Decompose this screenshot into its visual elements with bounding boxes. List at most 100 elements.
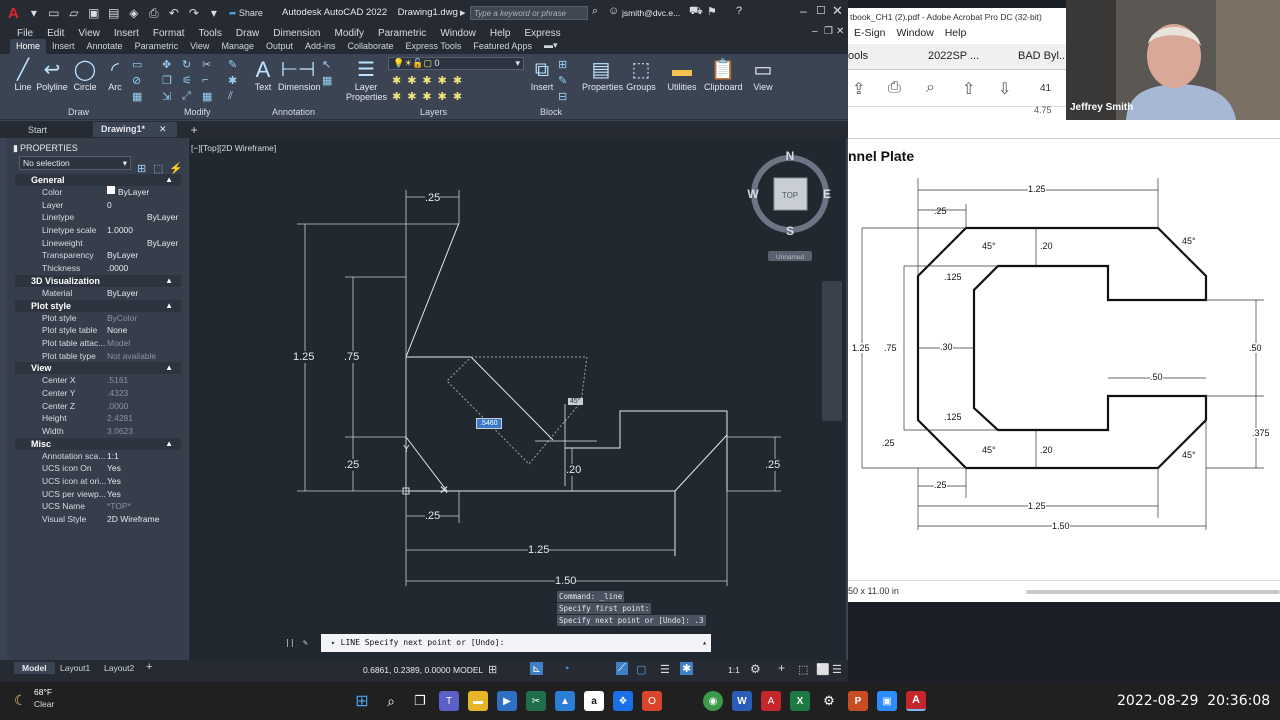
- property-row[interactable]: Plot table attac... Model: [15, 337, 181, 350]
- leader-icon[interactable]: ↖: [322, 58, 331, 71]
- compass-e[interactable]: E: [823, 187, 831, 201]
- property-row[interactable]: UCS Name *TOP*: [15, 500, 181, 513]
- section-misc[interactable]: Misc ▲: [15, 437, 181, 450]
- undo-icon[interactable]: ↶: [165, 4, 183, 22]
- explorer-icon[interactable]: ▬: [468, 691, 488, 711]
- taskbar-datetime[interactable]: 2022-08-29 20:36:08: [1117, 693, 1270, 709]
- menu-caret-icon[interactable]: ▾: [25, 4, 43, 22]
- explode-icon[interactable]: ✱: [228, 74, 237, 87]
- block-edit-icon[interactable]: ✎: [558, 74, 567, 87]
- cmd-close-icon[interactable]: ||: [285, 634, 295, 652]
- property-row[interactable]: Plot table type Not available: [15, 350, 181, 363]
- connect-icon[interactable]: ⚑: [707, 5, 717, 18]
- property-value[interactable]: .0000: [107, 262, 181, 275]
- property-row[interactable]: UCS per viewp... Yes: [15, 488, 181, 501]
- workspace-gear-icon[interactable]: ⚙: [750, 662, 761, 676]
- web-icon[interactable]: ◈: [125, 4, 143, 22]
- menu-item-window[interactable]: Window: [433, 28, 483, 39]
- plot-icon[interactable]: ⎙: [145, 4, 163, 22]
- menu-item-view[interactable]: View: [71, 28, 107, 39]
- annotation-visibility-icon[interactable]: ✱: [680, 662, 694, 675]
- qat-caret-icon[interactable]: ▾: [205, 4, 223, 22]
- property-value[interactable]: Yes: [107, 488, 181, 501]
- property-row[interactable]: Width 3.0623: [15, 425, 181, 438]
- collapse-arrow-icon[interactable]: ▲: [165, 301, 173, 310]
- copy-icon[interactable]: ❐: [162, 74, 172, 87]
- property-row[interactable]: Transparency ByLayer: [15, 249, 181, 262]
- fillet-icon[interactable]: ⌐: [202, 74, 208, 86]
- title-nav-icon[interactable]: ▸: [460, 6, 466, 19]
- chrome-icon[interactable]: ◉: [703, 691, 723, 711]
- property-row[interactable]: Linetype scale 1.0000: [15, 224, 181, 237]
- property-row[interactable]: Plot style table None: [15, 324, 181, 337]
- arc-tool[interactable]: ◜ Arc: [104, 58, 126, 92]
- autocad-logo-icon[interactable]: A: [8, 5, 19, 22]
- menu-item-format[interactable]: Format: [146, 28, 192, 39]
- property-value[interactable]: .5161: [107, 374, 181, 387]
- acrobat-tab-bad[interactable]: BAD Byl...: [1018, 50, 1068, 62]
- osnap-icon[interactable]: ⟋: [616, 662, 628, 675]
- annotation-panel-label[interactable]: Annotation: [272, 107, 315, 117]
- command-line[interactable]: || ✎ ▸ LINE Specify next point or [Undo]…: [285, 634, 711, 652]
- doc-tab-close-icon[interactable]: ✕: [159, 124, 167, 134]
- property-value[interactable]: 2.4281: [107, 412, 181, 425]
- upload-icon[interactable]: ⇪: [852, 79, 865, 99]
- share-button[interactable]: ➦ Share: [229, 8, 263, 19]
- trim-icon[interactable]: ✂: [202, 58, 211, 71]
- view-tool[interactable]: ▭ View: [748, 58, 778, 92]
- weather-temp[interactable]: 68°F: [34, 687, 52, 697]
- add-layout-icon[interactable]: +: [146, 661, 152, 673]
- doc-tab-drawing1[interactable]: Drawing1* ✕: [93, 122, 177, 137]
- cmd-wrench-icon[interactable]: ✎: [303, 634, 308, 652]
- text-tool[interactable]: A Text: [250, 58, 276, 93]
- redo-icon[interactable]: ↷: [185, 4, 203, 22]
- minimize-icon[interactable]: –: [800, 4, 807, 18]
- tab-home[interactable]: Home: [10, 39, 47, 54]
- layer-tools2-icon[interactable]: ✱✱✱✱✱: [392, 90, 468, 103]
- grid-icon[interactable]: ⊞: [488, 663, 497, 676]
- media-icon[interactable]: ▶: [497, 691, 517, 711]
- ortho-icon[interactable]: ⊾: [530, 662, 544, 675]
- acrobat-menu-esign[interactable]: E-Sign: [854, 27, 886, 39]
- property-row[interactable]: Center Y .4323: [15, 387, 181, 400]
- layout-tab-model[interactable]: Model: [14, 662, 55, 674]
- property-value[interactable]: Yes: [107, 462, 181, 475]
- move-icon[interactable]: ✥: [162, 58, 171, 71]
- customize-icon[interactable]: ☰: [832, 663, 842, 676]
- properties-tool[interactable]: ▤ Properties: [582, 58, 623, 92]
- property-row[interactable]: UCS icon at ori... Yes: [15, 475, 181, 488]
- section-general[interactable]: General ▲: [15, 174, 181, 186]
- office-icon[interactable]: O: [642, 691, 662, 711]
- photos-icon[interactable]: ▲: [555, 691, 575, 711]
- mirror-icon[interactable]: ⚟: [182, 74, 192, 87]
- save-icon[interactable]: ▣: [85, 4, 103, 22]
- collapse-arrow-icon[interactable]: ▲: [165, 175, 173, 184]
- menu-item-draw[interactable]: Draw: [229, 28, 266, 39]
- menu-item-edit[interactable]: Edit: [40, 28, 71, 39]
- property-value[interactable]: .0000: [107, 400, 181, 413]
- property-value[interactable]: 2D Wireframe: [107, 513, 181, 526]
- search-icon[interactable]: ⌕: [592, 5, 598, 18]
- draw-panel-label[interactable]: Draw: [68, 107, 89, 117]
- property-value[interactable]: *TOP*: [107, 500, 181, 513]
- amazon-icon[interactable]: a: [584, 691, 604, 711]
- property-row[interactable]: Plot style ByColor: [15, 312, 181, 325]
- drawing-canvas[interactable]: [−][Top][2D Wireframe] TOP N S E W Unnam…: [189, 138, 846, 660]
- layer-properties-tool[interactable]: ☰ Layer Properties: [346, 58, 387, 102]
- property-value[interactable]: 0: [107, 199, 181, 212]
- search-box[interactable]: Type a keyword or phrase: [470, 6, 588, 20]
- property-value[interactable]: 3.0623: [107, 425, 181, 438]
- layer-dropdown[interactable]: 💡☀🔓▢ 0 ▾: [388, 57, 524, 70]
- navigation-bar[interactable]: [822, 281, 842, 421]
- property-value[interactable]: ByLayer: [107, 287, 181, 300]
- modify-panel-label[interactable]: Modify: [184, 107, 211, 117]
- tab-express-tools[interactable]: Express Tools: [400, 41, 468, 54]
- plus-icon[interactable]: +: [778, 661, 785, 675]
- autocad-taskbar-icon[interactable]: A: [906, 691, 926, 711]
- property-row[interactable]: Layer 0: [15, 199, 181, 212]
- property-row[interactable]: Thickness .0000: [15, 262, 181, 275]
- property-row[interactable]: Material ByLayer: [15, 287, 181, 300]
- lineweight-icon[interactable]: ☰: [660, 663, 670, 676]
- collapse-arrow-icon[interactable]: ▲: [165, 363, 173, 372]
- property-row[interactable]: Color ByLayer: [15, 186, 181, 199]
